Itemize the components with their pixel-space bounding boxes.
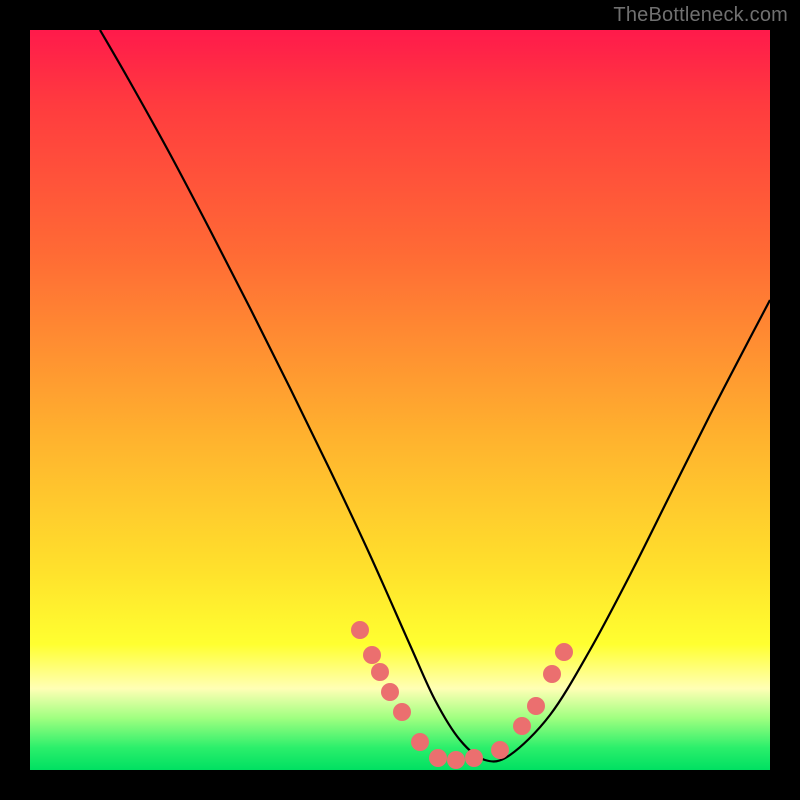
scatter-point [555, 643, 573, 661]
scatter-point [543, 665, 561, 683]
scatter-point [393, 703, 411, 721]
scatter-point [465, 749, 483, 767]
scatter-point [491, 741, 509, 759]
scatter-markers [351, 621, 573, 769]
scatter-point [447, 751, 465, 769]
chart-frame: TheBottleneck.com [0, 0, 800, 800]
attribution-label: TheBottleneck.com [613, 4, 788, 27]
scatter-point [351, 621, 369, 639]
scatter-point [371, 663, 389, 681]
scatter-point [429, 749, 447, 767]
scatter-point [363, 646, 381, 664]
bottleneck-curve [100, 30, 770, 761]
scatter-point [513, 717, 531, 735]
scatter-point [411, 733, 429, 751]
scatter-point [381, 683, 399, 701]
chart-svg [30, 30, 770, 770]
scatter-point [527, 697, 545, 715]
plot-area [30, 30, 770, 770]
